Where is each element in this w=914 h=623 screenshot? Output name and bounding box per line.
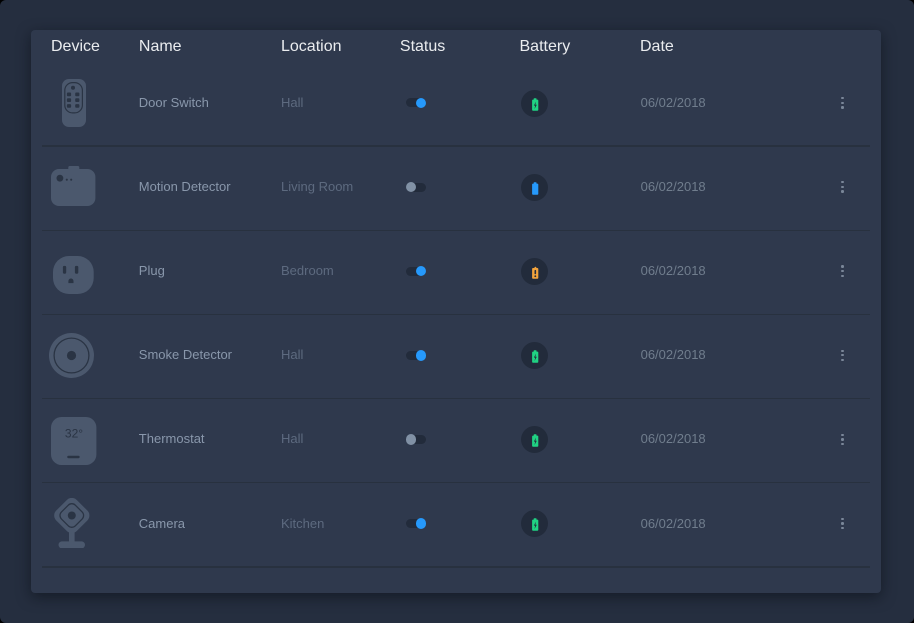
svg-text:32°: 32° [65,427,83,441]
